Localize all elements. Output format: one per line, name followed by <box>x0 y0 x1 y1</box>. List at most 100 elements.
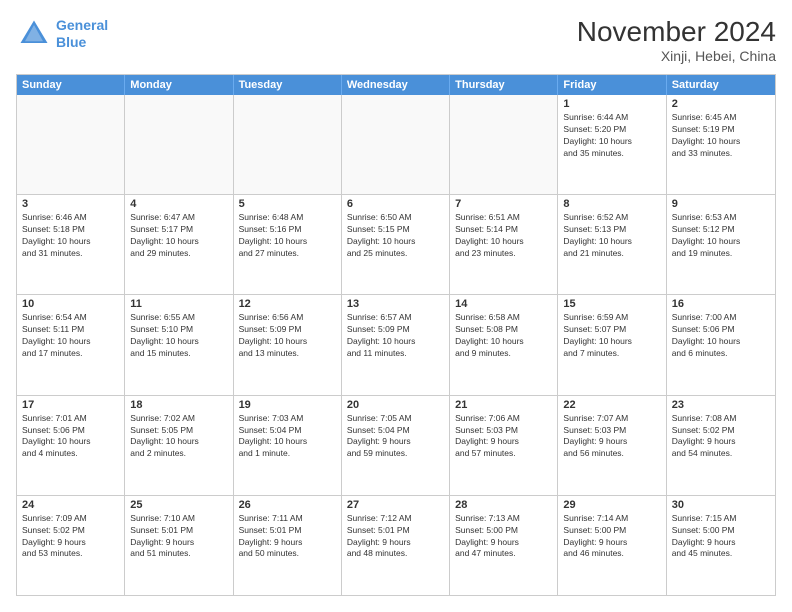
calendar-row-4: 24 Sunrise: 7:09 AM Sunset: 5:02 PM Dayli… <box>17 495 775 595</box>
calendar-cell-r3-c3: 20 Sunrise: 7:05 AM Sunset: 5:04 PM Dayli… <box>342 396 450 495</box>
day-info: Sunrise: 7:02 AM Sunset: 5:05 PM Dayligh… <box>130 413 227 461</box>
calendar-cell-r2-c5: 15Sunrise: 6:59 AM Sunset: 5:07 PM Dayli… <box>558 295 666 394</box>
day-info: Sunrise: 7:14 AM Sunset: 5:00 PM Dayligh… <box>563 513 660 561</box>
day-info: Sunrise: 7:09 AM Sunset: 5:02 PM Dayligh… <box>22 513 119 561</box>
calendar-cell-r3-c4: 21Sunrise: 7:06 AM Sunset: 5:03 PM Dayli… <box>450 396 558 495</box>
calendar-cell-r4-c1: 25Sunrise: 7:10 AM Sunset: 5:01 PM Dayli… <box>125 496 233 595</box>
title-block: November 2024 Xinji, Hebei, China <box>577 16 776 64</box>
day-number: 16 <box>672 298 770 310</box>
day-number: 5 <box>239 198 336 210</box>
calendar-cell-r3-c2: 19 Sunrise: 7:03 AM Sunset: 5:04 PM Dayli… <box>234 396 342 495</box>
day-number: 13 <box>347 298 444 310</box>
day-info: Sunrise: 6:46 AM Sunset: 5:18 PM Dayligh… <box>22 212 119 260</box>
day-info: Sunrise: 6:44 AM Sunset: 5:20 PM Dayligh… <box>563 112 660 160</box>
header-sunday: Sunday <box>17 75 125 95</box>
day-number: 14 <box>455 298 552 310</box>
day-number: 1 <box>563 98 660 110</box>
calendar-cell-r0-c3 <box>342 95 450 194</box>
header-monday: Monday <box>125 75 233 95</box>
location: Xinji, Hebei, China <box>577 48 776 64</box>
day-info: Sunrise: 7:05 AM Sunset: 5:04 PM Dayligh… <box>347 413 444 461</box>
calendar-body: 1 Sunrise: 6:44 AM Sunset: 5:20 PM Daylig… <box>17 95 775 595</box>
calendar-cell-r0-c0 <box>17 95 125 194</box>
calendar-cell-r4-c4: 28Sunrise: 7:13 AM Sunset: 5:00 PM Dayli… <box>450 496 558 595</box>
calendar-cell-r1-c5: 8 Sunrise: 6:52 AM Sunset: 5:13 PM Daylig… <box>558 195 666 294</box>
day-number: 7 <box>455 198 552 210</box>
calendar-cell-r0-c5: 1 Sunrise: 6:44 AM Sunset: 5:20 PM Daylig… <box>558 95 666 194</box>
day-number: 12 <box>239 298 336 310</box>
day-info: Sunrise: 7:08 AM Sunset: 5:02 PM Dayligh… <box>672 413 770 461</box>
day-number: 22 <box>563 399 660 411</box>
day-number: 18 <box>130 399 227 411</box>
calendar-cell-r3-c1: 18 Sunrise: 7:02 AM Sunset: 5:05 PM Dayli… <box>125 396 233 495</box>
day-info: Sunrise: 6:55 AM Sunset: 5:10 PM Dayligh… <box>130 312 227 360</box>
calendar-cell-r2-c4: 14 Sunrise: 6:58 AM Sunset: 5:08 PM Dayli… <box>450 295 558 394</box>
calendar-cell-r3-c0: 17Sunrise: 7:01 AM Sunset: 5:06 PM Dayli… <box>17 396 125 495</box>
day-info: Sunrise: 6:59 AM Sunset: 5:07 PM Dayligh… <box>563 312 660 360</box>
day-info: Sunrise: 6:58 AM Sunset: 5:08 PM Dayligh… <box>455 312 552 360</box>
day-info: Sunrise: 6:45 AM Sunset: 5:19 PM Dayligh… <box>672 112 770 160</box>
day-number: 8 <box>563 198 660 210</box>
header-saturday: Saturday <box>667 75 775 95</box>
logo-icon <box>16 16 52 52</box>
day-info: Sunrise: 6:54 AM Sunset: 5:11 PM Dayligh… <box>22 312 119 360</box>
logo-line1: General <box>56 17 108 33</box>
day-info: Sunrise: 6:47 AM Sunset: 5:17 PM Dayligh… <box>130 212 227 260</box>
day-number: 24 <box>22 499 119 511</box>
day-number: 4 <box>130 198 227 210</box>
calendar-cell-r1-c6: 9Sunrise: 6:53 AM Sunset: 5:12 PM Daylig… <box>667 195 775 294</box>
logo: General Blue <box>16 16 108 52</box>
day-info: Sunrise: 6:52 AM Sunset: 5:13 PM Dayligh… <box>563 212 660 260</box>
day-info: Sunrise: 6:51 AM Sunset: 5:14 PM Dayligh… <box>455 212 552 260</box>
calendar-cell-r4-c5: 29 Sunrise: 7:14 AM Sunset: 5:00 PM Dayli… <box>558 496 666 595</box>
calendar-row-2: 10 Sunrise: 6:54 AM Sunset: 5:11 PM Dayli… <box>17 294 775 394</box>
calendar-cell-r1-c3: 6 Sunrise: 6:50 AM Sunset: 5:15 PM Daylig… <box>342 195 450 294</box>
day-info: Sunrise: 6:48 AM Sunset: 5:16 PM Dayligh… <box>239 212 336 260</box>
calendar: Sunday Monday Tuesday Wednesday Thursday… <box>16 74 776 596</box>
calendar-cell-r0-c6: 2 Sunrise: 6:45 AM Sunset: 5:19 PM Daylig… <box>667 95 775 194</box>
day-info: Sunrise: 7:00 AM Sunset: 5:06 PM Dayligh… <box>672 312 770 360</box>
day-info: Sunrise: 7:06 AM Sunset: 5:03 PM Dayligh… <box>455 413 552 461</box>
header-wednesday: Wednesday <box>342 75 450 95</box>
header: General Blue November 2024 Xinji, Hebei,… <box>16 16 776 64</box>
day-info: Sunrise: 7:07 AM Sunset: 5:03 PM Dayligh… <box>563 413 660 461</box>
calendar-cell-r1-c2: 5 Sunrise: 6:48 AM Sunset: 5:16 PM Daylig… <box>234 195 342 294</box>
calendar-cell-r4-c6: 30Sunrise: 7:15 AM Sunset: 5:00 PM Dayli… <box>667 496 775 595</box>
header-friday: Friday <box>558 75 666 95</box>
day-number: 11 <box>130 298 227 310</box>
calendar-cell-r0-c2 <box>234 95 342 194</box>
day-info: Sunrise: 7:11 AM Sunset: 5:01 PM Dayligh… <box>239 513 336 561</box>
logo-text: General Blue <box>56 17 108 51</box>
calendar-cell-r4-c3: 27Sunrise: 7:12 AM Sunset: 5:01 PM Dayli… <box>342 496 450 595</box>
calendar-row-3: 17Sunrise: 7:01 AM Sunset: 5:06 PM Dayli… <box>17 395 775 495</box>
calendar-cell-r1-c4: 7 Sunrise: 6:51 AM Sunset: 5:14 PM Daylig… <box>450 195 558 294</box>
logo-line2: Blue <box>56 34 86 50</box>
day-number: 28 <box>455 499 552 511</box>
day-number: 30 <box>672 499 770 511</box>
calendar-cell-r4-c0: 24 Sunrise: 7:09 AM Sunset: 5:02 PM Dayli… <box>17 496 125 595</box>
page: General Blue November 2024 Xinji, Hebei,… <box>0 0 792 612</box>
day-info: Sunrise: 7:03 AM Sunset: 5:04 PM Dayligh… <box>239 413 336 461</box>
day-number: 2 <box>672 98 770 110</box>
day-number: 9 <box>672 198 770 210</box>
day-number: 23 <box>672 399 770 411</box>
header-thursday: Thursday <box>450 75 558 95</box>
day-number: 3 <box>22 198 119 210</box>
day-number: 6 <box>347 198 444 210</box>
calendar-cell-r1-c0: 3 Sunrise: 6:46 AM Sunset: 5:18 PM Daylig… <box>17 195 125 294</box>
day-info: Sunrise: 6:50 AM Sunset: 5:15 PM Dayligh… <box>347 212 444 260</box>
calendar-cell-r0-c1 <box>125 95 233 194</box>
day-number: 20 <box>347 399 444 411</box>
day-info: Sunrise: 6:57 AM Sunset: 5:09 PM Dayligh… <box>347 312 444 360</box>
day-number: 17 <box>22 399 119 411</box>
calendar-cell-r2-c1: 11 Sunrise: 6:55 AM Sunset: 5:10 PM Dayli… <box>125 295 233 394</box>
calendar-cell-r2-c2: 12Sunrise: 6:56 AM Sunset: 5:09 PM Dayli… <box>234 295 342 394</box>
day-number: 26 <box>239 499 336 511</box>
calendar-cell-r3-c5: 22 Sunrise: 7:07 AM Sunset: 5:03 PM Dayli… <box>558 396 666 495</box>
calendar-row-0: 1 Sunrise: 6:44 AM Sunset: 5:20 PM Daylig… <box>17 95 775 194</box>
day-number: 10 <box>22 298 119 310</box>
day-info: Sunrise: 7:10 AM Sunset: 5:01 PM Dayligh… <box>130 513 227 561</box>
day-number: 29 <box>563 499 660 511</box>
calendar-cell-r0-c4 <box>450 95 558 194</box>
day-number: 19 <box>239 399 336 411</box>
